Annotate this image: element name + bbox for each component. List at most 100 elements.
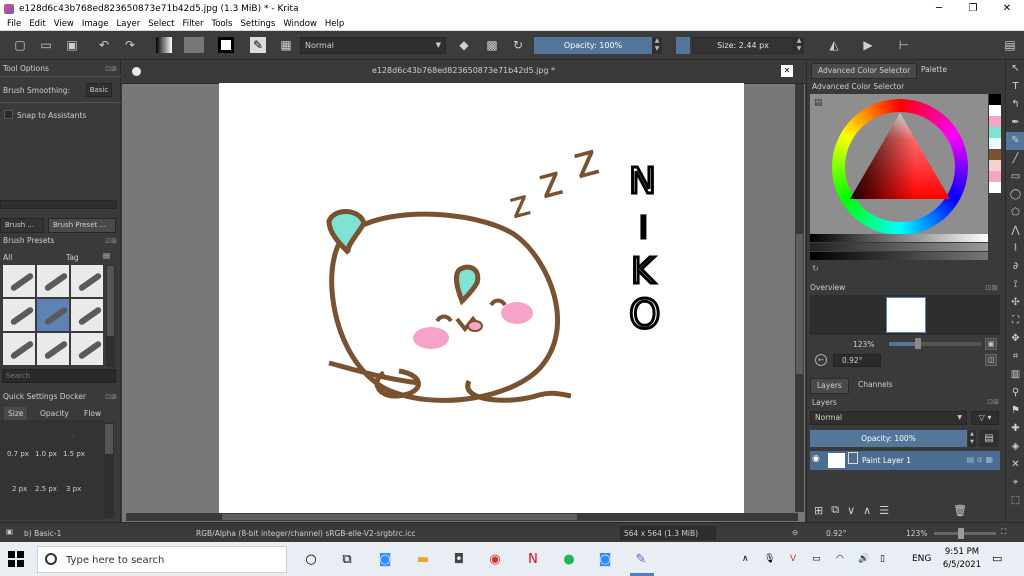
layer-opacity-slider[interactable]: Opacity: 100% bbox=[810, 430, 967, 447]
brush-preset-item[interactable] bbox=[71, 333, 103, 365]
bezier-tool-icon[interactable]: ⌇ bbox=[1006, 240, 1024, 258]
tab-brush-preset[interactable]: Brush Preset ... bbox=[48, 218, 116, 233]
color-swatch[interactable] bbox=[989, 171, 1001, 182]
opacity-spinner[interactable]: ▲ ▼ bbox=[652, 37, 662, 54]
menu-image[interactable]: Image bbox=[82, 19, 109, 29]
hue-ring[interactable] bbox=[832, 99, 968, 235]
text-tool-icon[interactable]: T bbox=[1006, 78, 1024, 96]
tray-overflow-icon[interactable]: ∧ bbox=[742, 554, 749, 564]
layer-row[interactable]: ◉ Paint Layer 1 ▤α▦ bbox=[810, 451, 1000, 470]
menu-window[interactable]: Window bbox=[283, 19, 317, 29]
freehand-path-tool-icon[interactable]: ∂ bbox=[1006, 258, 1024, 276]
brush-settings-icon[interactable]: ▦ bbox=[278, 37, 294, 53]
layer-opacity-spinner[interactable]: ▲ ▼ bbox=[968, 430, 976, 447]
panel-toggle-icon[interactable]: ▤ bbox=[1002, 37, 1018, 53]
edit-shapes-tool-icon[interactable]: ↰ bbox=[1006, 96, 1024, 114]
windows-start-icon[interactable] bbox=[8, 551, 24, 567]
redo-icon[interactable]: ↷ bbox=[122, 37, 138, 53]
smart-patch-tool-icon[interactable]: ✚ bbox=[1006, 420, 1024, 438]
tag-select[interactable]: Tag bbox=[66, 253, 79, 262]
dock-float-close-icon[interactable]: ⊡⊠ bbox=[105, 235, 117, 247]
taskbar-search-box[interactable]: Type here to search bbox=[37, 546, 287, 573]
fullscreen-icon[interactable]: ⛶ bbox=[1001, 527, 1006, 537]
input-language[interactable]: ENG bbox=[912, 554, 931, 564]
layer-filter-button[interactable]: ▽ ▾ bbox=[971, 411, 999, 425]
size-slider[interactable]: Size: 2.44 px bbox=[692, 37, 794, 54]
close-window-button[interactable]: ✕ bbox=[990, 3, 1024, 14]
color-settings-icon[interactable]: ▤ bbox=[814, 98, 823, 108]
close-document-button[interactable]: ✕ bbox=[781, 65, 793, 77]
presets-scrollbar[interactable] bbox=[106, 265, 115, 367]
color-swatch[interactable] bbox=[989, 160, 1001, 171]
brush-preset-item[interactable] bbox=[71, 265, 103, 297]
layer-options-button[interactable]: ▤ bbox=[979, 430, 999, 447]
netflix-icon[interactable]: N bbox=[524, 551, 542, 568]
file-explorer-icon[interactable]: ▬ bbox=[414, 551, 432, 568]
wifi-icon[interactable]: ◠ bbox=[836, 554, 844, 564]
dynamic-brush-tool-icon[interactable]: ⟟ bbox=[1006, 276, 1024, 294]
tab-brush[interactable]: Brush ... bbox=[0, 218, 44, 233]
refresh-icon[interactable]: ↻ bbox=[812, 264, 819, 273]
save-icon[interactable]: ▣ bbox=[64, 37, 80, 53]
rotate-ccw-icon[interactable]: ⊖ bbox=[792, 528, 798, 537]
tab-advanced-color-selector[interactable]: Advanced Color Selector bbox=[811, 63, 918, 79]
dock-float-close-icon[interactable]: ⊡⊠ bbox=[105, 391, 117, 403]
undo-icon[interactable]: ↶ bbox=[96, 37, 112, 53]
colorize-mask-tool-icon[interactable]: ⚑ bbox=[1006, 402, 1024, 420]
size-option[interactable]: 1.5 px bbox=[63, 450, 85, 458]
brush-preset-item[interactable] bbox=[3, 265, 35, 297]
overview-zoom-slider[interactable] bbox=[889, 342, 981, 346]
pattern-picker-icon[interactable] bbox=[184, 37, 204, 53]
microphone-icon[interactable]: 🎙 bbox=[764, 554, 775, 564]
rectangular-selection-tool-icon[interactable]: ⬚ bbox=[1006, 492, 1024, 510]
chrome-icon[interactable]: ◉ bbox=[486, 551, 504, 568]
polyline-tool-icon[interactable]: ⋀ bbox=[1006, 222, 1024, 240]
menu-layer[interactable]: Layer bbox=[117, 19, 141, 29]
spotify-icon[interactable]: ● bbox=[560, 551, 578, 568]
size-spinner[interactable]: ▲ ▼ bbox=[794, 37, 804, 54]
polygon-tool-icon[interactable]: ⬠ bbox=[1006, 204, 1024, 222]
cortana-icon[interactable]: ○ bbox=[302, 551, 320, 568]
brush-preset-item[interactable] bbox=[3, 333, 35, 365]
status-zoom-handle[interactable] bbox=[958, 528, 964, 539]
gray-scale-bars[interactable] bbox=[810, 234, 988, 260]
alpha-lock-icon[interactable]: ▩ bbox=[484, 37, 500, 53]
volume-icon[interactable]: 🔊 bbox=[858, 554, 869, 564]
quick-settings-scrollbar[interactable] bbox=[104, 422, 114, 518]
blend-mode-select[interactable]: Normal ▼ bbox=[300, 37, 446, 54]
assistant-tool-icon[interactable]: ✕ bbox=[1006, 456, 1024, 474]
zoom-meeting-icon[interactable]: ◙ bbox=[596, 551, 614, 568]
delete-layer-icon[interactable]: 🗑 bbox=[953, 504, 967, 517]
freehand-brush-tool-icon[interactable]: ✎ bbox=[1006, 132, 1024, 150]
color-swatch[interactable] bbox=[989, 138, 1001, 149]
zoom-slider-handle[interactable] bbox=[915, 338, 921, 349]
wrap-around-icon[interactable]: ⊢ bbox=[896, 37, 912, 53]
gradient-picker-icon[interactable] bbox=[156, 37, 172, 53]
document-tab-title[interactable]: e128d6c43b768ed823650873e71b42d5.jpg * bbox=[122, 66, 805, 75]
size-option[interactable]: 3 px bbox=[66, 485, 81, 493]
zoom-fit-button[interactable]: ▣ bbox=[985, 338, 997, 350]
layer-name[interactable]: Paint Layer 1 bbox=[862, 456, 911, 465]
menu-view[interactable]: View bbox=[54, 19, 74, 29]
mirror-horizontal-icon[interactable]: ◭ bbox=[826, 37, 842, 53]
tab-channels[interactable]: Channels bbox=[858, 378, 893, 392]
brush-preset-item-selected[interactable] bbox=[37, 299, 69, 331]
duplicate-layer-icon[interactable]: ⧉ bbox=[831, 503, 839, 517]
brush-preset-item[interactable] bbox=[71, 299, 103, 331]
mirror-vertical-icon[interactable]: ▶ bbox=[860, 37, 876, 53]
color-swatch[interactable] bbox=[989, 149, 1001, 160]
gradient-tool-icon[interactable]: ▥ bbox=[1006, 366, 1024, 384]
fg-bg-color-icon[interactable] bbox=[218, 37, 234, 53]
color-swatch[interactable] bbox=[989, 94, 1001, 105]
opacity-slider[interactable]: Opacity: 100% bbox=[534, 37, 652, 54]
tab-opacity[interactable]: Opacity bbox=[40, 407, 69, 421]
size-option[interactable]: 1.0 px bbox=[35, 450, 57, 458]
taskbar-clock[interactable]: 9:51 PM 6/5/2021 bbox=[942, 546, 982, 572]
minimize-button[interactable]: ─ bbox=[922, 3, 956, 14]
menu-filter[interactable]: Filter bbox=[182, 19, 203, 29]
overview-thumbnail[interactable] bbox=[886, 297, 926, 333]
tab-layers[interactable]: Layers bbox=[810, 378, 849, 394]
rectangle-tool-icon[interactable]: ▭ bbox=[1006, 168, 1024, 186]
select-shapes-tool-icon[interactable]: ↖ bbox=[1006, 60, 1024, 78]
brush-preset-item[interactable] bbox=[37, 265, 69, 297]
